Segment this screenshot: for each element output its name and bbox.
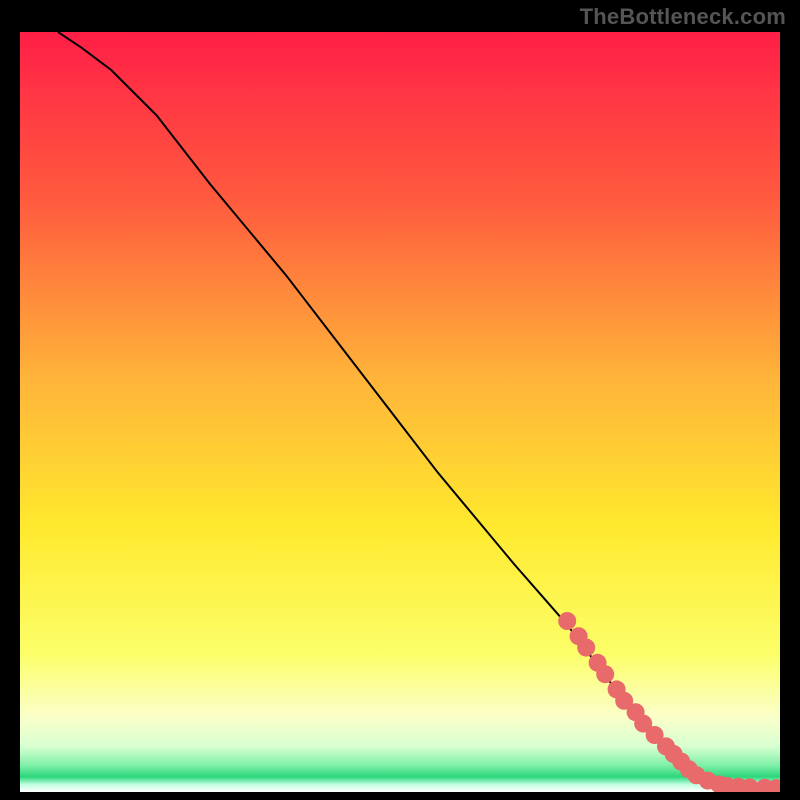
data-point [558,612,576,630]
data-point [577,639,595,657]
chart-plot-area [20,32,780,792]
chart-svg [20,32,780,792]
watermark-text: TheBottleneck.com [580,4,786,30]
chart-stage: TheBottleneck.com [0,0,800,800]
data-point [596,665,614,683]
chart-background [20,32,780,792]
